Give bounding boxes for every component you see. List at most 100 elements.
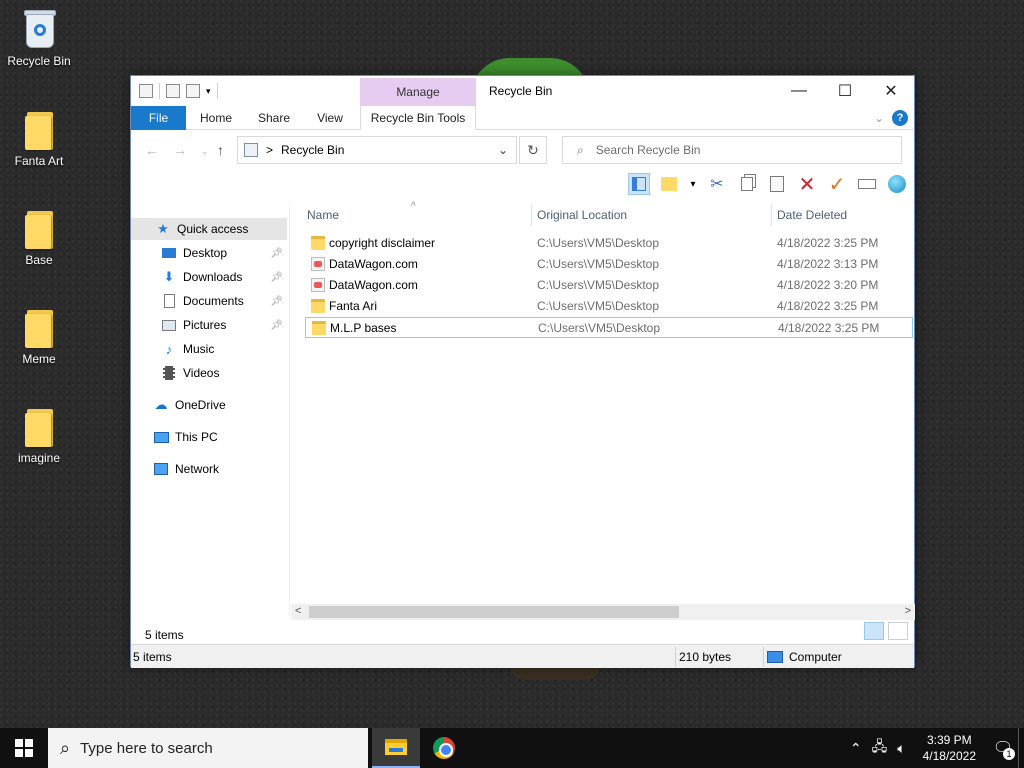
manage-contextual-tab[interactable]: Manage <box>360 78 476 106</box>
breadcrumb-recycle-bin[interactable]: Recycle Bin <box>281 143 344 157</box>
pictures-icon <box>161 317 177 333</box>
pin-icon[interactable]: 📌︎ <box>270 272 283 283</box>
recycle-bin-small-icon <box>244 143 258 157</box>
start-button[interactable] <box>0 728 48 768</box>
scroll-right-icon[interactable]: > <box>905 605 911 617</box>
date-deleted: 4/18/2022 3:25 PM <box>778 321 880 335</box>
original-location: C:\Users\VM5\Desktop <box>537 236 660 250</box>
cut-icon[interactable]: ✂ <box>706 173 728 195</box>
nav-this-pc[interactable]: This PC <box>131 426 287 448</box>
desktop-folder-fanta-art[interactable]: Fanta Art <box>1 110 77 168</box>
nav-label: This PC <box>175 430 218 444</box>
view-dropdown-icon[interactable]: ▾ <box>688 173 698 195</box>
back-arrow-icon[interactable]: ← <box>145 142 159 158</box>
pin-icon[interactable]: 📌︎ <box>270 248 283 259</box>
properties-icon[interactable] <box>166 84 180 98</box>
network-icon <box>153 461 169 477</box>
taskbar-search[interactable]: ⌕ Type here to search <box>48 728 368 768</box>
horizontal-scrollbar[interactable]: < > <box>291 604 915 620</box>
pin-icon[interactable]: 📌︎ <box>270 296 283 307</box>
properties-globe-icon[interactable] <box>886 173 908 195</box>
nav-videos[interactable]: Videos <box>131 362 287 384</box>
column-header-date-deleted[interactable]: Date Deleted <box>761 204 915 226</box>
folder-icon <box>25 308 53 348</box>
address-bar[interactable]: > Recycle Bin ⌄ <box>237 136 517 164</box>
volume-icon[interactable]: 🔈︎ <box>897 740 905 757</box>
refresh-button[interactable]: ↻ <box>519 136 547 164</box>
paste-icon[interactable] <box>766 173 788 195</box>
restore-check-icon[interactable]: ✓ <box>826 173 848 196</box>
column-header-name[interactable]: ^ Name <box>291 201 531 226</box>
search-box[interactable]: ⌕ Search Recycle Bin <box>562 136 902 164</box>
recent-locations-icon[interactable]: ⌄ <box>201 146 209 157</box>
date-deleted: 4/18/2022 3:20 PM <box>777 278 879 292</box>
large-icons-view-icon[interactable] <box>888 622 908 640</box>
clock[interactable]: 3:39 PM 4/18/2022 <box>923 732 976 764</box>
tab-view[interactable]: View <box>307 106 353 130</box>
original-location: C:\Users\VM5\Desktop <box>538 321 661 335</box>
taskbar-chrome[interactable] <box>420 728 468 768</box>
table-row[interactable]: Fanta Ari C:\Users\VM5\Desktop 4/18/2022… <box>305 296 913 317</box>
tab-home[interactable]: Home <box>191 106 241 130</box>
tab-recycle-bin-tools[interactable]: Recycle Bin Tools <box>360 106 476 130</box>
navigation-pane-icon[interactable] <box>628 173 650 195</box>
address-dropdown-icon[interactable]: ⌄ <box>498 143 508 157</box>
desktop-icon <box>161 245 177 261</box>
column-header-original-location[interactable]: Original Location <box>521 204 761 226</box>
details-view-icon[interactable] <box>864 622 884 640</box>
nav-music[interactable]: ♪ Music <box>131 338 287 360</box>
help-icon[interactable]: ? <box>892 110 908 126</box>
chevron-up-icon[interactable]: ⌃ <box>850 740 862 757</box>
desktop-folder-imagine[interactable]: imagine <box>1 407 77 465</box>
action-center-button[interactable]: 🗨︎ 1 <box>988 728 1018 768</box>
desktop-recycle-bin[interactable]: Recycle Bin <box>1 8 77 68</box>
copy-icon[interactable] <box>736 173 758 195</box>
table-row[interactable]: DataWagon.com C:\Users\VM5\Desktop 4/18/… <box>305 275 913 296</box>
forward-arrow-icon[interactable]: → <box>173 142 187 158</box>
status-size: 210 bytes <box>679 650 732 664</box>
desktop-folder-meme[interactable]: Meme <box>1 308 77 366</box>
nav-desktop[interactable]: Desktop 📌︎ <box>131 242 287 264</box>
scroll-left-icon[interactable]: < <box>295 605 301 617</box>
table-row[interactable]: M.L.P bases C:\Users\VM5\Desktop 4/18/20… <box>305 317 913 338</box>
table-row[interactable]: DataWagon.com C:\Users\VM5\Desktop 4/18/… <box>305 254 913 275</box>
new-folder-icon[interactable] <box>186 84 200 98</box>
customize-dropdown-icon[interactable]: ▾ <box>206 86 211 97</box>
table-row[interactable]: copyright disclaimer C:\Users\VM5\Deskto… <box>305 233 913 254</box>
maximize-button[interactable]: ☐ <box>822 76 868 106</box>
music-note-icon: ♪ <box>165 341 173 357</box>
tab-file[interactable]: File <box>131 106 186 130</box>
chrome-icon <box>433 737 455 759</box>
file-list: ^ Name Original Location Date Deleted co… <box>291 201 915 604</box>
nav-label: Documents <box>183 294 244 308</box>
tab-share[interactable]: Share <box>249 106 299 130</box>
taskbar-file-explorer[interactable] <box>372 728 420 768</box>
expand-ribbon-icon[interactable]: ⌄ <box>874 111 884 125</box>
breadcrumb-separator[interactable]: > <box>266 143 273 157</box>
folder-icon <box>311 299 325 313</box>
nav-documents[interactable]: Documents 📌︎ <box>131 290 287 312</box>
navigation-pane: ★ Quick access Desktop 📌︎ ⬇ Downloads 📌︎… <box>131 204 289 616</box>
pin-icon[interactable]: 📌︎ <box>270 320 283 331</box>
divider <box>216 83 218 99</box>
close-button[interactable]: ✕ <box>868 76 914 106</box>
pane-divider[interactable] <box>289 204 290 616</box>
minimize-button[interactable]: — <box>776 76 822 106</box>
show-desktop-button[interactable] <box>1018 728 1024 768</box>
nav-network[interactable]: Network <box>131 458 287 480</box>
rename-icon[interactable] <box>856 173 878 195</box>
windows-logo-icon <box>15 739 33 757</box>
file-name: DataWagon.com <box>329 257 418 271</box>
item-count: 5 items <box>145 628 184 642</box>
up-arrow-icon[interactable]: ↑ <box>217 142 224 158</box>
nav-pictures[interactable]: Pictures 📌︎ <box>131 314 287 336</box>
nav-downloads[interactable]: ⬇ Downloads 📌︎ <box>131 266 287 288</box>
scrollbar-thumb[interactable] <box>309 606 679 618</box>
divider <box>675 647 676 667</box>
new-folder-icon[interactable] <box>658 173 680 195</box>
nav-onedrive[interactable]: ☁ OneDrive <box>131 394 287 416</box>
delete-icon[interactable]: ✕ <box>796 173 818 196</box>
nav-quick-access[interactable]: ★ Quick access <box>131 218 287 240</box>
desktop-folder-base[interactable]: Base <box>1 209 77 267</box>
network-status-icon[interactable]: 🖧︎ <box>872 736 888 760</box>
